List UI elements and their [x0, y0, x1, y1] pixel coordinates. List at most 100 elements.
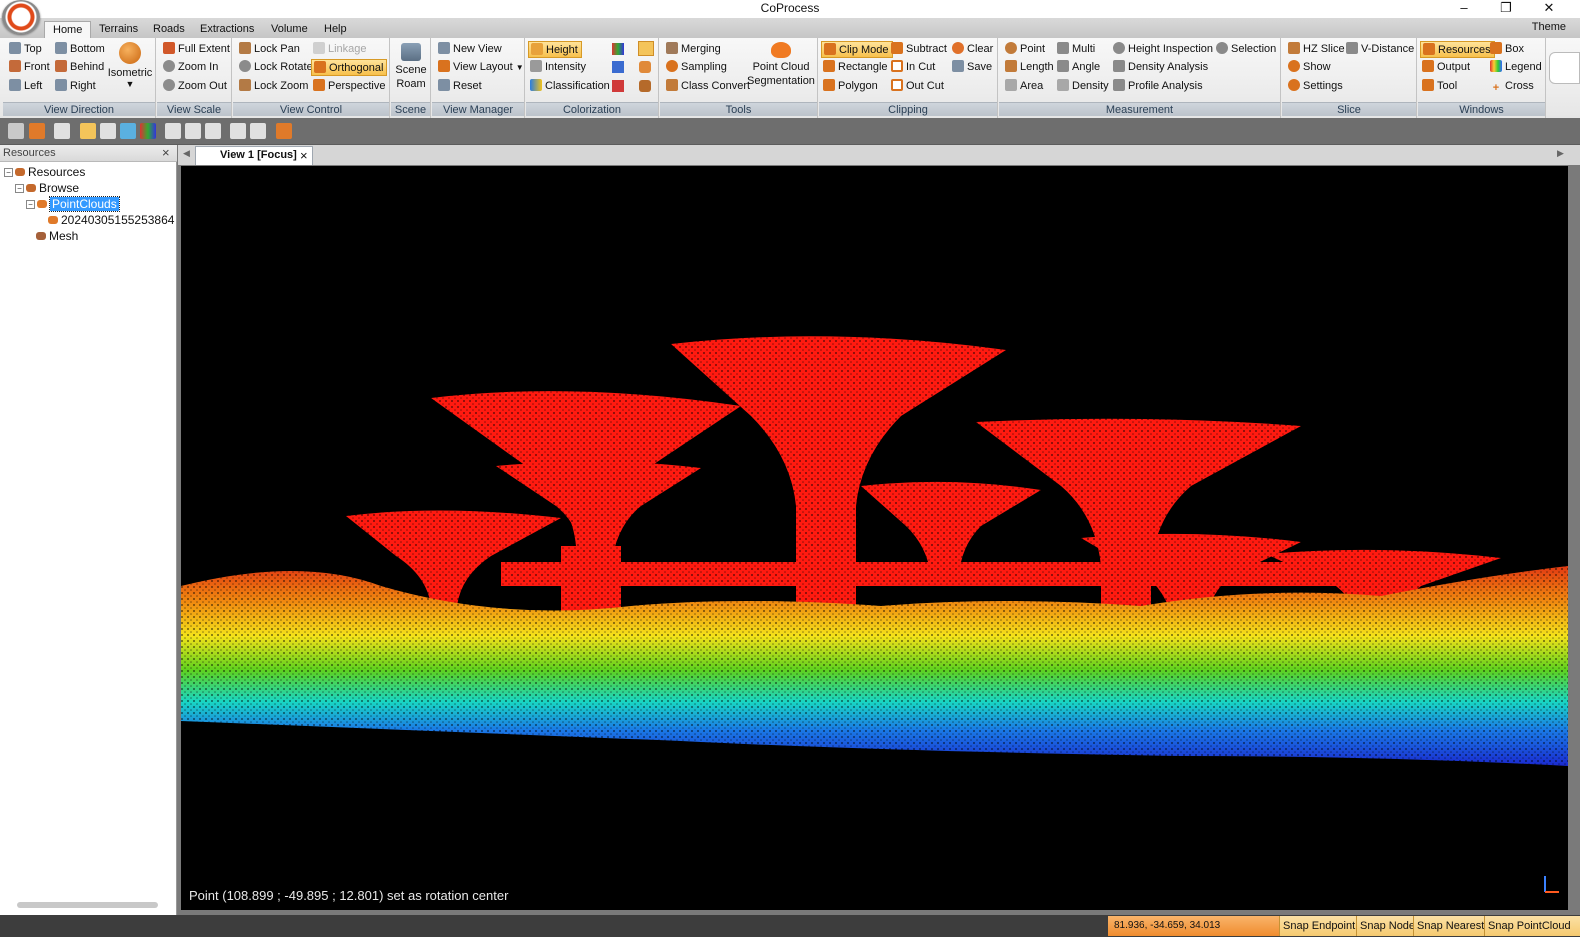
clip-mode-button[interactable]: Clip Mode: [821, 41, 893, 58]
toolbar-view-icon[interactable]: [8, 123, 24, 139]
reset-view-button[interactable]: Reset: [436, 78, 485, 95]
measure-angle-button[interactable]: Angle: [1055, 59, 1103, 76]
view-left-button[interactable]: Left: [7, 78, 45, 95]
tab-scroll-right-icon[interactable]: ▶: [1557, 148, 1564, 159]
toolbar-angle-icon[interactable]: [230, 123, 246, 139]
slice-settings-button[interactable]: Settings: [1286, 78, 1346, 95]
window-resources-button[interactable]: Resources: [1420, 41, 1495, 58]
tree-item-pointcloud-file[interactable]: 20240305155253864: [48, 212, 174, 228]
clip-polygon-button[interactable]: Polygon: [821, 78, 881, 95]
density-analysis-button[interactable]: Density Analysis: [1111, 59, 1211, 76]
app-logo[interactable]: [2, 0, 40, 34]
lock-zoom-button[interactable]: Lock Zoom: [237, 78, 311, 95]
full-extent-button[interactable]: Full Extent: [161, 41, 233, 58]
measure-length-button[interactable]: Length: [1003, 59, 1057, 76]
view-bottom-button[interactable]: Bottom: [53, 41, 108, 58]
collapse-icon[interactable]: −: [4, 168, 13, 177]
toolbar-point-icon[interactable]: [165, 123, 181, 139]
view-top-button[interactable]: Top: [7, 41, 45, 58]
sampling-button[interactable]: Sampling: [664, 59, 730, 76]
theme-menu[interactable]: Theme: [1532, 21, 1566, 33]
hz-slice-button[interactable]: HZ Slice: [1286, 41, 1348, 58]
color-settings-icon[interactable]: [639, 80, 651, 92]
toolbar-settings-icon[interactable]: [276, 123, 292, 139]
in-cut-button[interactable]: In Cut: [889, 59, 938, 76]
perspective-button[interactable]: Perspective: [311, 78, 388, 95]
panel-horizontal-scrollbar[interactable]: [17, 902, 158, 908]
tree-item-mesh[interactable]: Mesh: [36, 228, 78, 244]
view-layout-button[interactable]: View Layout ▼: [436, 59, 527, 76]
window-legend-button[interactable]: Legend: [1488, 59, 1545, 76]
profile-analysis-button[interactable]: Profile Analysis: [1111, 78, 1206, 95]
close-icon[interactable]: ×: [162, 145, 170, 160]
restore-button[interactable]: ❐: [1494, 0, 1518, 18]
close-icon[interactable]: ×: [300, 147, 308, 164]
color-mix-icon[interactable]: [639, 61, 651, 73]
measure-selection-button[interactable]: Selection: [1214, 41, 1279, 58]
height-inspection-button[interactable]: Height Inspection: [1111, 41, 1216, 58]
lock-rotate-button[interactable]: Lock Rotate: [237, 59, 316, 76]
slice-show-button[interactable]: Show: [1286, 59, 1334, 76]
measure-density-button[interactable]: Density: [1055, 78, 1112, 95]
tab-extractions[interactable]: Extractions: [192, 21, 262, 38]
linkage-button[interactable]: Linkage: [311, 41, 370, 58]
close-button[interactable]: ✕: [1537, 0, 1561, 18]
tree-item-pointclouds[interactable]: − PointClouds: [26, 196, 120, 212]
orthogonal-button[interactable]: Orthogonal: [311, 59, 388, 76]
point-cloud-viewport[interactable]: [181, 166, 1568, 910]
color-classification-button[interactable]: Classification: [528, 78, 613, 95]
toolbar-height-icon[interactable]: [80, 123, 96, 139]
tab-home[interactable]: Home: [44, 21, 92, 38]
edl-icon[interactable]: [638, 41, 654, 56]
measure-multi-button[interactable]: Multi: [1055, 41, 1098, 58]
r-channel-icon[interactable]: [612, 80, 624, 92]
new-view-button[interactable]: New View: [436, 41, 505, 58]
clip-rectangle-button[interactable]: Rectangle: [821, 59, 891, 76]
collapse-icon[interactable]: −: [26, 200, 35, 209]
merging-button[interactable]: Merging: [664, 41, 724, 58]
snap-endpoint-toggle[interactable]: Snap Endpoint: [1279, 916, 1359, 936]
zoom-in-button[interactable]: Zoom In: [161, 59, 221, 76]
tab-roads[interactable]: Roads: [145, 21, 193, 38]
color-height-button[interactable]: Height: [528, 41, 582, 58]
subtract-button[interactable]: Subtract: [889, 41, 950, 58]
v-distance-button[interactable]: V-Distance: [1344, 41, 1417, 58]
tab-volume[interactable]: Volume: [263, 21, 316, 38]
b-channel-icon[interactable]: [612, 61, 624, 73]
out-cut-button[interactable]: Out Cut: [889, 78, 947, 95]
tab-help[interactable]: Help: [316, 21, 355, 38]
scene-roam-button[interactable]: Scene Roam: [393, 43, 429, 91]
toolbar-length-icon[interactable]: [185, 123, 201, 139]
tree-item-resources[interactable]: − Resources: [4, 164, 85, 180]
snap-node-toggle[interactable]: Snap Node: [1356, 916, 1419, 936]
measure-area-button[interactable]: Area: [1003, 78, 1046, 95]
tab-scroll-left-icon[interactable]: ◀: [183, 148, 190, 159]
snap-pointcloud-toggle[interactable]: Snap PointCloud: [1484, 916, 1580, 936]
zoom-out-button[interactable]: Zoom Out: [161, 78, 230, 95]
toolbar-layer-icon[interactable]: [29, 123, 45, 139]
window-cross-button[interactable]: + Cross: [1488, 78, 1537, 95]
point-cloud-segmentation-button[interactable]: Point Cloud Segmentation: [746, 42, 816, 88]
rgb-color-icon[interactable]: [612, 43, 624, 55]
ribbon-overflow-panel[interactable]: [1549, 52, 1580, 84]
toolbar-intensity-icon[interactable]: [100, 123, 116, 139]
color-intensity-button[interactable]: Intensity: [528, 59, 589, 76]
toolbar-height-measure-icon[interactable]: [250, 123, 266, 139]
toolbar-extent-icon[interactable]: [54, 123, 70, 139]
lock-pan-button[interactable]: Lock Pan: [237, 41, 303, 58]
class-convert-button[interactable]: Class Convert: [664, 78, 753, 95]
minimize-button[interactable]: –: [1452, 0, 1476, 18]
view-right-button[interactable]: Right: [53, 78, 99, 95]
save-clip-button[interactable]: Save: [950, 59, 995, 76]
window-box-button[interactable]: Box: [1488, 41, 1527, 58]
toolbar-classification-icon[interactable]: [120, 123, 136, 139]
isometric-button[interactable]: Isometric ▼: [107, 42, 153, 89]
view-front-button[interactable]: Front: [7, 59, 53, 76]
measure-point-button[interactable]: Point: [1003, 41, 1048, 58]
toolbar-rgb-icon[interactable]: [140, 123, 156, 139]
tab-view-1[interactable]: View 1 [Focus] ×: [195, 146, 313, 165]
toolbar-area-icon[interactable]: [205, 123, 221, 139]
snap-nearest-toggle[interactable]: Snap Nearest: [1413, 916, 1488, 936]
collapse-icon[interactable]: −: [15, 184, 24, 193]
window-output-button[interactable]: Output: [1420, 59, 1473, 76]
